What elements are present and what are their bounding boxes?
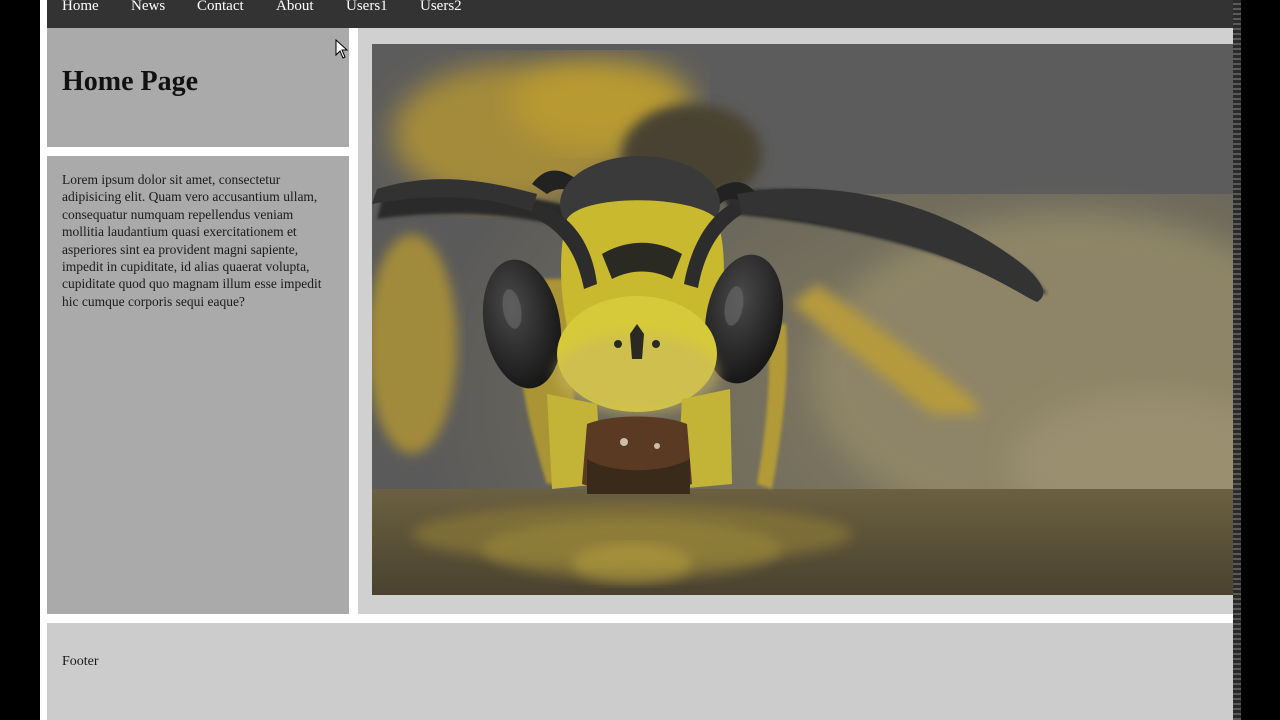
top-navbar: Home News Contact About Users1 Users2 bbox=[47, 0, 1233, 28]
nav-link-about[interactable]: About bbox=[276, 0, 314, 15]
page-header: Home Page bbox=[47, 28, 349, 147]
mouse-cursor-icon bbox=[335, 39, 349, 59]
nav-link-users2[interactable]: Users2 bbox=[420, 0, 462, 15]
wasp-photo bbox=[372, 44, 1233, 595]
sidebar: Lorem ipsum dolor sit amet, consectetur … bbox=[47, 156, 349, 614]
web-page: Home News Contact About Users1 Users2 Ho… bbox=[40, 0, 1233, 720]
nav-link-home[interactable]: Home bbox=[62, 0, 99, 15]
page-title: Home Page bbox=[62, 66, 199, 97]
footer-text: Footer bbox=[62, 654, 99, 669]
scroll-edge bbox=[1233, 0, 1241, 720]
page-footer: Footer bbox=[47, 623, 1233, 720]
sidebar-text: Lorem ipsum dolor sit amet, consectetur … bbox=[62, 172, 322, 309]
nav-link-news[interactable]: News bbox=[131, 0, 165, 15]
main-content bbox=[358, 28, 1233, 614]
nav-link-users1[interactable]: Users1 bbox=[346, 0, 388, 15]
nav-link-contact[interactable]: Contact bbox=[197, 0, 244, 15]
window-edge-strip bbox=[1233, 0, 1280, 720]
